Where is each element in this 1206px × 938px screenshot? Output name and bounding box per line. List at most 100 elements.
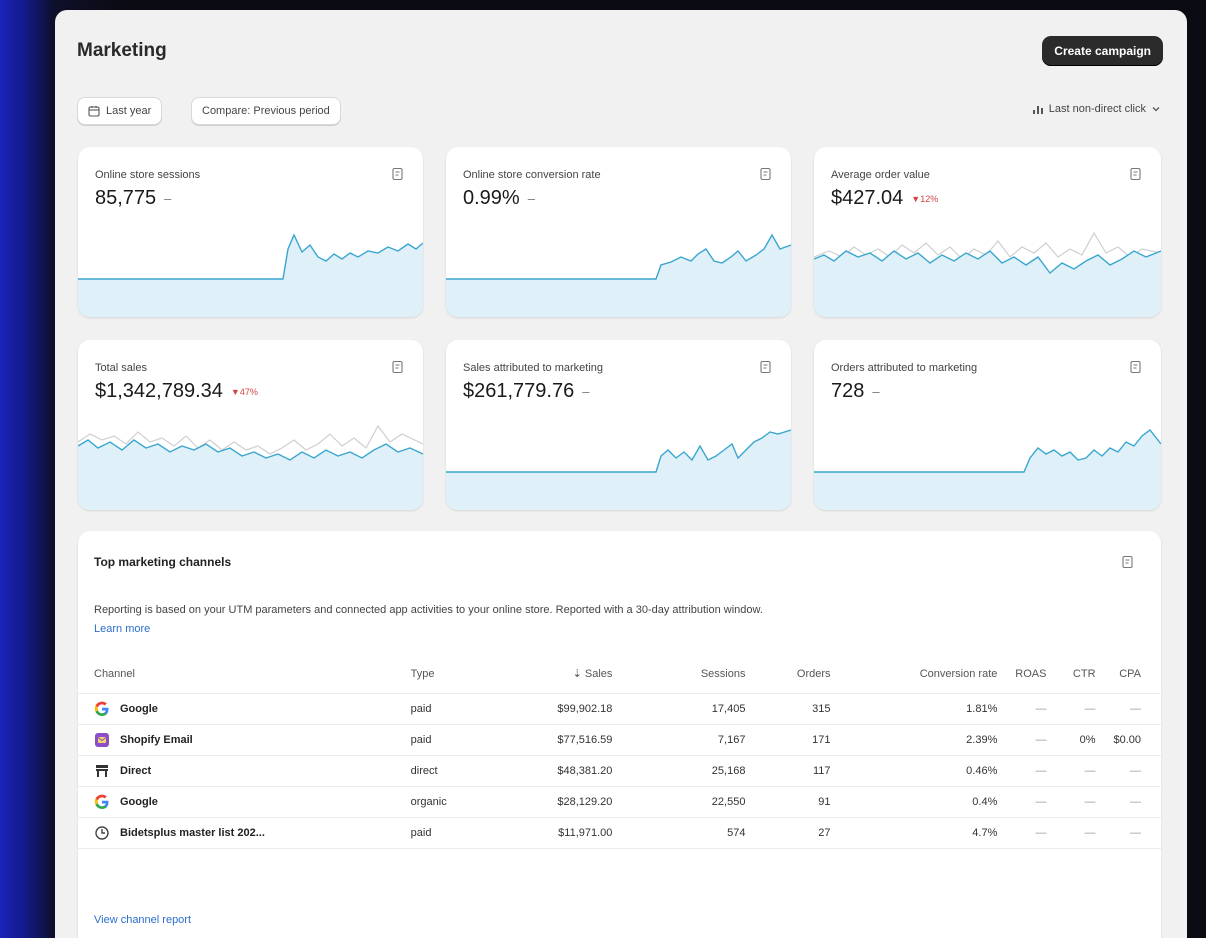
chart-report-icon[interactable] — [391, 360, 405, 374]
channel-ctr: — — [1046, 755, 1096, 787]
col-sales[interactable]: ⇣ Sales — [503, 655, 613, 694]
table-header-row: Channel Type ⇣ Sales Sessions Orders Con… — [78, 655, 1161, 694]
channel-sales: $11,971.00 — [503, 817, 613, 849]
date-range-picker[interactable]: Last year — [77, 97, 163, 125]
metric-card-sessions[interactable]: Online store sessions 85,775 – — [78, 147, 423, 317]
channel-sales: $99,902.18 — [503, 693, 613, 725]
channel-cpa: — — [1095, 786, 1161, 818]
chart-report-icon[interactable] — [759, 360, 773, 374]
channel-conversion: 0.46% — [830, 755, 998, 787]
channel-orders: 27 — [745, 817, 831, 849]
metric-value: $1,342,789.34 — [95, 380, 223, 402]
page-title: Marketing — [77, 40, 167, 61]
chart-report-icon[interactable] — [1121, 555, 1135, 569]
metric-card-conversion-rate[interactable]: Online store conversion rate 0.99% – — [446, 147, 791, 317]
metric-value: 728 — [831, 380, 865, 402]
channel-name: Shopify Email — [120, 733, 193, 746]
channel-cpa: $0.00 — [1095, 724, 1161, 756]
channel-type: direct — [410, 755, 504, 787]
compare-label: Compare: Previous period — [202, 105, 330, 117]
channel-ctr: 0% — [1046, 724, 1096, 756]
channel-cpa: — — [1095, 817, 1161, 849]
channel-ctr: — — [1046, 817, 1096, 849]
sparkline-chart — [814, 429, 1161, 510]
channel-conversion: 2.39% — [830, 724, 998, 756]
metric-card-average-order-value[interactable]: Average order value $427.04 ▼12% — [814, 147, 1161, 317]
channel-type: paid — [410, 724, 504, 756]
sparkline-chart — [78, 233, 423, 317]
metric-value: $427.04 — [831, 187, 904, 209]
learn-more-link[interactable]: Learn more — [94, 623, 150, 635]
channel-cpa: — — [1095, 755, 1161, 787]
sparkline-chart — [814, 231, 1161, 317]
channel-roas: — — [997, 693, 1047, 725]
store-icon — [96, 764, 108, 777]
metric-value: 0.99% — [463, 187, 520, 209]
sparkline-chart — [78, 424, 423, 510]
table-row[interactable]: Direct direct $48,381.20 25,168 117 0.46… — [78, 755, 1161, 787]
sort-icon: ⇣ — [572, 668, 585, 681]
channel-roas: — — [997, 817, 1047, 849]
email-list-icon — [95, 825, 109, 840]
channel-roas: — — [997, 724, 1047, 756]
metric-card-orders-attributed[interactable]: Orders attributed to marketing 728 – — [814, 340, 1161, 510]
col-sales-label: Sales — [584, 668, 613, 681]
chart-report-icon[interactable] — [1129, 167, 1143, 181]
channel-type: organic — [410, 786, 504, 818]
metric-label: Sales attributed to marketing — [463, 362, 604, 374]
metric-change: – — [164, 191, 172, 206]
metric-card-total-sales[interactable]: Total sales $1,342,789.34 ▼47% — [78, 340, 423, 510]
calendar-icon — [88, 106, 100, 117]
table-row[interactable]: Bidetsplus master list 202... paid $11,9… — [78, 817, 1161, 849]
channel-name: Direct — [120, 764, 152, 777]
channel-type: paid — [410, 693, 504, 725]
col-ctr[interactable]: CTR — [1046, 655, 1096, 694]
channel-conversion: 0.4% — [830, 786, 998, 818]
channel-sessions: 22,550 — [612, 786, 746, 818]
description-text: Reporting is based on your UTM parameter… — [94, 604, 763, 616]
channel-name: Google — [120, 795, 158, 808]
col-sessions[interactable]: Sessions — [612, 655, 746, 694]
col-roas[interactable]: ROAS — [997, 655, 1047, 694]
metric-label: Online store conversion rate — [463, 169, 601, 181]
metric-value: 85,775 — [95, 187, 157, 209]
col-cpa[interactable]: CPA — [1095, 655, 1161, 694]
metric-label: Orders attributed to marketing — [831, 362, 978, 374]
channel-orders: 117 — [745, 755, 831, 787]
channels-title: Top marketing channels — [94, 555, 232, 569]
channel-roas: — — [997, 786, 1047, 818]
channel-sessions: 17,405 — [612, 693, 746, 725]
channel-ctr: — — [1046, 786, 1096, 818]
attribution-model-select[interactable]: Last non-direct click — [1032, 103, 1161, 115]
chart-report-icon[interactable] — [391, 167, 405, 181]
channel-name: Bidetsplus master list 202... — [120, 826, 265, 839]
attribution-label: Last non-direct click — [1048, 103, 1146, 115]
metric-change: – — [872, 384, 880, 399]
compare-period-picker[interactable]: Compare: Previous period — [191, 97, 341, 125]
metric-label: Average order value — [831, 169, 930, 181]
chart-report-icon[interactable] — [1129, 360, 1143, 374]
table-row[interactable]: Google organic $28,129.20 22,550 91 0.4%… — [78, 786, 1161, 818]
channel-conversion: 1.81% — [830, 693, 998, 725]
create-campaign-button[interactable]: Create campaign — [1042, 36, 1163, 66]
metric-label: Total sales — [95, 362, 147, 374]
chevron-down-icon — [1152, 107, 1160, 112]
marketing-channels-card: Top marketing channels Reporting is base… — [78, 531, 1161, 938]
table-row[interactable]: Shopify Email paid $77,516.59 7,167 171 … — [78, 724, 1161, 756]
channels-table: Channel Type ⇣ Sales Sessions Orders Con… — [78, 655, 1161, 849]
metric-change: – — [582, 384, 590, 399]
view-channel-report-link[interactable]: View channel report — [94, 914, 191, 926]
col-orders[interactable]: Orders — [745, 655, 831, 694]
col-type[interactable]: Type — [410, 655, 504, 694]
table-row[interactable]: Google paid $99,902.18 17,405 315 1.81% … — [78, 693, 1161, 725]
col-conversion[interactable]: Conversion rate — [830, 655, 998, 694]
channel-sessions: 574 — [612, 817, 746, 849]
col-channel[interactable]: Channel — [78, 655, 411, 694]
metric-value: $261,779.76 — [463, 380, 575, 402]
metric-card-sales-attributed[interactable]: Sales attributed to marketing $261,779.7… — [446, 340, 791, 510]
channel-sales: $77,516.59 — [503, 724, 613, 756]
chart-report-icon[interactable] — [759, 167, 773, 181]
google-icon — [94, 794, 109, 809]
channel-conversion: 4.7% — [830, 817, 998, 849]
channel-sales: $28,129.20 — [503, 786, 613, 818]
